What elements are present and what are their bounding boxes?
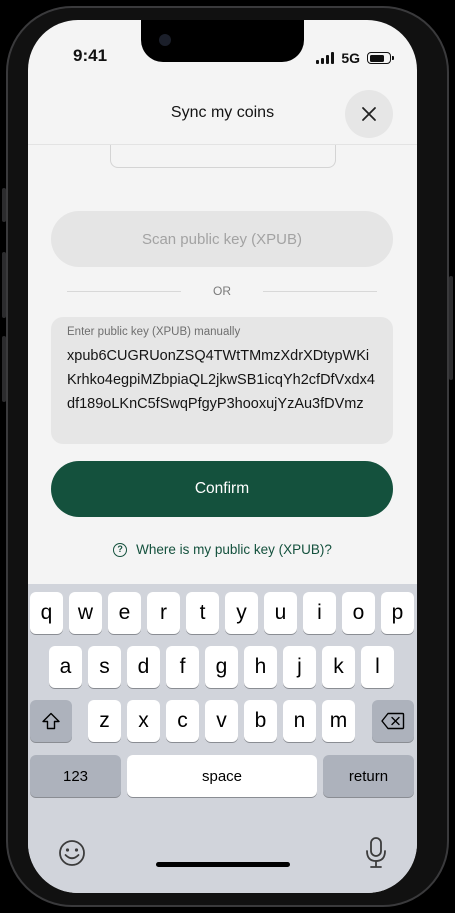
key-y[interactable]: y (225, 592, 258, 634)
key-c[interactable]: c (166, 700, 199, 742)
shift-icon (42, 712, 60, 730)
mute-switch (2, 188, 6, 222)
key-o[interactable]: o (342, 592, 375, 634)
power-button (449, 276, 453, 380)
key-z[interactable]: z (88, 700, 121, 742)
network-type: 5G (341, 50, 360, 66)
emoji-icon (59, 840, 85, 866)
key-p[interactable]: p (381, 592, 414, 634)
volume-down-button (2, 336, 6, 402)
space-key[interactable]: space (127, 755, 317, 797)
confirm-button[interactable]: Confirm (51, 461, 393, 517)
microphone-icon (366, 837, 386, 868)
backspace-key[interactable] (372, 700, 414, 742)
key-k[interactable]: k (322, 646, 355, 688)
camera (159, 34, 171, 46)
key-h[interactable]: h (244, 646, 277, 688)
battery-icon (367, 52, 394, 64)
help-link[interactable]: ? Where is my public key (XPUB)? (28, 542, 417, 557)
modal-header: Sync my coins (28, 84, 417, 145)
key-l[interactable]: l (361, 646, 394, 688)
key-d[interactable]: d (127, 646, 160, 688)
key-j[interactable]: j (283, 646, 316, 688)
key-g[interactable]: g (205, 646, 238, 688)
key-v[interactable]: v (205, 700, 238, 742)
xpub-input[interactable]: Enter public key (XPUB) manually xpub6CU… (51, 317, 393, 444)
key-t[interactable]: t (186, 592, 219, 634)
status-time: 9:41 (73, 46, 108, 65)
key-b[interactable]: b (244, 700, 277, 742)
key-f[interactable]: f (166, 646, 199, 688)
numbers-key[interactable]: 123 (30, 755, 121, 797)
key-s[interactable]: s (88, 646, 121, 688)
key-m[interactable]: m (322, 700, 355, 742)
key-a[interactable]: a (49, 646, 82, 688)
status-indicators: 5G (316, 50, 394, 66)
app-screen: 9:41 5G Sync my coins Scan public key (X… (28, 20, 417, 893)
key-x[interactable]: x (127, 700, 160, 742)
return-key[interactable]: return (323, 755, 414, 797)
key-q[interactable]: q (30, 592, 63, 634)
key-n[interactable]: n (283, 700, 316, 742)
help-icon: ? (113, 542, 128, 557)
keyboard: q w e r t y u i o p a s d f g h j k l z … (28, 584, 417, 893)
volume-up-button (2, 252, 6, 318)
close-icon (362, 107, 376, 121)
emoji-button[interactable] (57, 838, 87, 868)
divider-line-right (263, 291, 377, 292)
dictation-button[interactable] (364, 836, 388, 870)
notch (141, 20, 304, 62)
xpub-input-label: Enter public key (XPUB) manually (67, 326, 241, 338)
scroll-content-edge (110, 145, 336, 168)
home-indicator[interactable] (156, 862, 290, 867)
key-r[interactable]: r (147, 592, 180, 634)
close-button[interactable] (345, 90, 393, 138)
backspace-icon (381, 712, 405, 730)
signal-icon (316, 52, 335, 64)
key-i[interactable]: i (303, 592, 336, 634)
key-w[interactable]: w (69, 592, 102, 634)
or-divider: OR (67, 282, 377, 300)
shift-key[interactable] (30, 700, 72, 742)
help-link-text: Where is my public key (XPUB)? (136, 542, 332, 557)
scan-xpub-button[interactable]: Scan public key (XPUB) (51, 211, 393, 267)
key-e[interactable]: e (108, 592, 141, 634)
key-u[interactable]: u (264, 592, 297, 634)
xpub-input-value[interactable]: xpub6CUGRUonZSQ4TWtTMmzXdrXDtypWKiKrhko4… (67, 344, 377, 416)
